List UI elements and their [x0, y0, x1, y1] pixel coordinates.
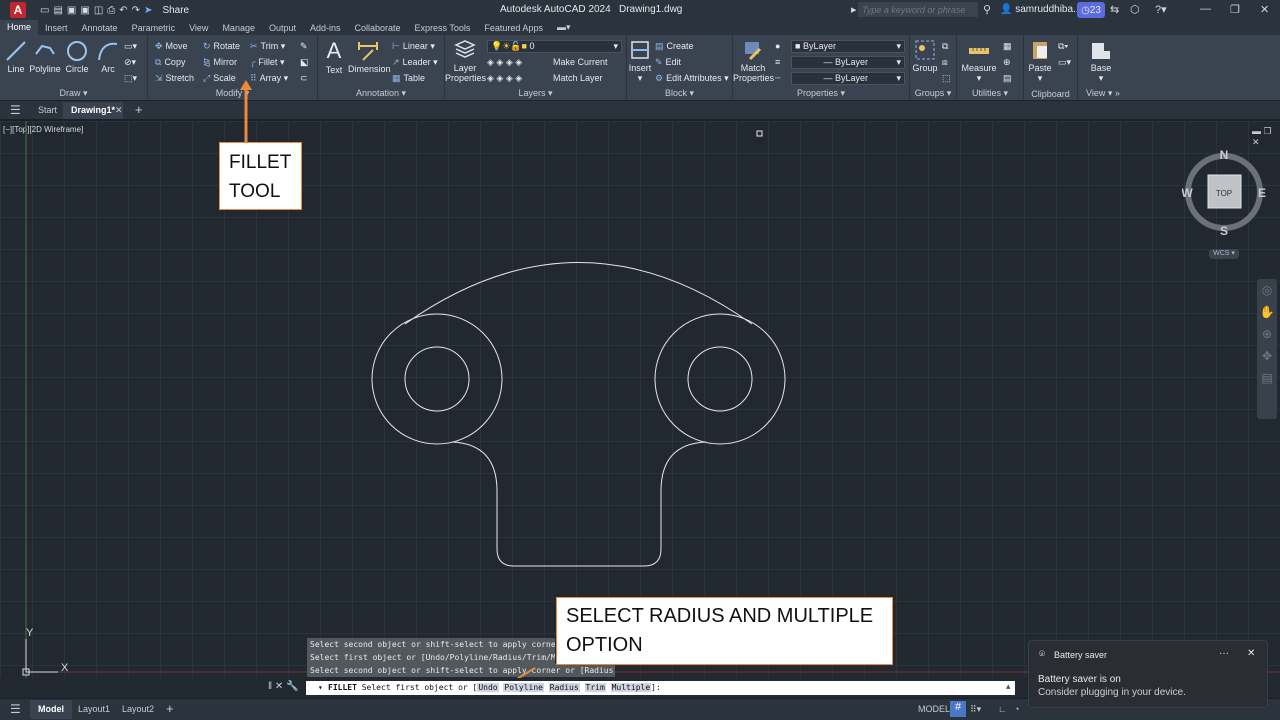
fillet-arrowhead [240, 80, 252, 90]
tab-layout2[interactable]: Layout2 [122, 704, 154, 714]
option-multiple[interactable]: Multiple [610, 683, 652, 692]
toast-title: Battery saver [1054, 650, 1108, 660]
grid-icon[interactable]: # [950, 701, 966, 717]
battery-saver-toast: ⌾ Battery saver ··· ✕ Battery saver is o… [1028, 640, 1268, 708]
model-space-toggle[interactable]: MODEL [918, 704, 950, 714]
command-scroll-icon[interactable]: ▴ [1006, 681, 1011, 692]
battery-icon: ⌾ [1039, 649, 1045, 660]
snap-icon[interactable]: ⠿▾ [970, 704, 981, 715]
autocad-window: A ▭ ▤ ▣ ▣ ◫ ⎙ ↶ ↷ ➤ Share Autodesk AutoC… [0, 0, 1280, 720]
option-undo[interactable]: Undo [477, 683, 499, 692]
toast-close-icon[interactable]: ✕ [1247, 648, 1255, 659]
fillet-tool-callout: FILLET TOOL [219, 142, 302, 210]
command-input[interactable]: ▾ FILLET Select first object or [Undo Po… [306, 681, 1015, 695]
toast-more-icon[interactable]: ··· [1219, 648, 1229, 659]
select-option-callout: SELECT RADIUS AND MULTIPLE OPTION [556, 597, 893, 665]
tab-layout1[interactable]: Layout1 [78, 704, 110, 714]
layouts-menu-icon[interactable]: ☰ [10, 702, 21, 716]
polar-icon[interactable]: ◔ [1014, 704, 1019, 714]
toast-body: Consider plugging in your device. [1038, 687, 1186, 698]
tab-model[interactable]: Model [30, 700, 72, 719]
command-recent-icon[interactable]: ▾ [318, 681, 323, 695]
option-trim[interactable]: Trim [584, 683, 606, 692]
toast-heading: Battery saver is on [1038, 674, 1121, 685]
command-line-controls[interactable]: ‖ ✕ 🔧 [268, 681, 299, 692]
add-layout-icon[interactable]: + [166, 701, 174, 716]
option-radius[interactable]: Radius [548, 683, 580, 692]
option-polyline[interactable]: Polyline [503, 683, 544, 692]
ortho-icon[interactable]: ∟ [998, 704, 1007, 714]
